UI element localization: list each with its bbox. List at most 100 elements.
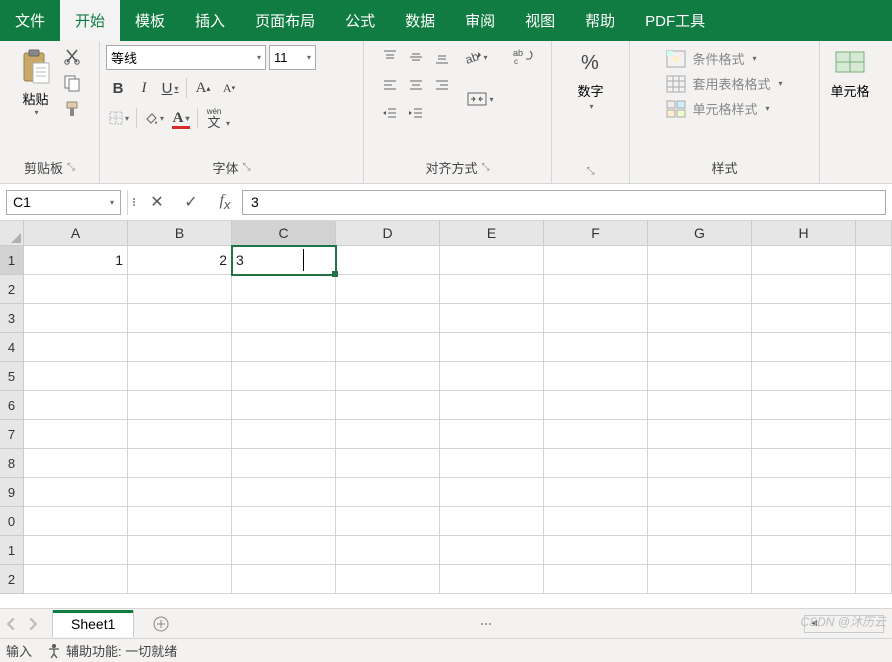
cell[interactable]	[752, 304, 856, 333]
row-header[interactable]: 2	[0, 565, 24, 594]
cell[interactable]	[128, 449, 232, 478]
cell[interactable]	[232, 275, 336, 304]
borders-button[interactable]: ▾	[106, 106, 132, 130]
cell[interactable]	[752, 565, 856, 594]
dialog-launcher-icon[interactable]: ⤡	[587, 166, 595, 177]
cut-icon[interactable]	[62, 47, 82, 67]
col-header[interactable]: D	[336, 221, 440, 246]
cell[interactable]	[648, 304, 752, 333]
cell[interactable]	[232, 536, 336, 565]
col-header[interactable]: F	[544, 221, 648, 246]
cell[interactable]	[128, 536, 232, 565]
cell[interactable]	[856, 391, 892, 420]
cell[interactable]	[856, 536, 892, 565]
cell[interactable]	[336, 536, 440, 565]
cell[interactable]	[232, 362, 336, 391]
col-header[interactable]	[856, 221, 892, 246]
cell[interactable]	[544, 449, 648, 478]
cell[interactable]: 2	[128, 246, 232, 275]
cell[interactable]	[648, 275, 752, 304]
cell[interactable]	[648, 565, 752, 594]
fill-handle[interactable]	[332, 271, 338, 277]
cell[interactable]	[440, 391, 544, 420]
cell[interactable]	[232, 333, 336, 362]
cells-button[interactable]: 单元格	[830, 45, 870, 100]
confirm-button[interactable]: ✓	[174, 190, 208, 215]
cell[interactable]	[128, 304, 232, 333]
cell[interactable]	[544, 565, 648, 594]
cell[interactable]	[752, 449, 856, 478]
add-sheet-button[interactable]	[148, 611, 174, 637]
cell[interactable]	[232, 507, 336, 536]
tab-template[interactable]: 模板	[120, 0, 180, 41]
col-header[interactable]: E	[440, 221, 544, 246]
paste-button[interactable]: 粘贴 ▾	[18, 45, 54, 117]
copy-icon[interactable]	[62, 73, 82, 93]
cell[interactable]	[440, 246, 544, 275]
row-header[interactable]: 9	[0, 478, 24, 507]
align-left-button[interactable]	[378, 73, 402, 97]
cell[interactable]	[24, 275, 128, 304]
cell[interactable]	[24, 362, 128, 391]
cell[interactable]	[336, 565, 440, 594]
cell[interactable]	[856, 333, 892, 362]
cell[interactable]	[232, 420, 336, 449]
dialog-launcher-icon[interactable]: ⤡	[482, 162, 490, 173]
cell[interactable]	[336, 362, 440, 391]
align-right-button[interactable]	[430, 73, 454, 97]
cell[interactable]	[440, 304, 544, 333]
number-format-button[interactable]: % 数字 ▾	[574, 45, 608, 111]
indent-decrease-button[interactable]	[378, 101, 402, 125]
cell[interactable]	[752, 246, 856, 275]
formula-input[interactable]: 3	[242, 190, 886, 215]
cell[interactable]	[752, 362, 856, 391]
cell[interactable]	[648, 507, 752, 536]
cell[interactable]	[440, 275, 544, 304]
indent-increase-button[interactable]	[404, 101, 428, 125]
cancel-button[interactable]: ✕	[140, 190, 174, 215]
cell[interactable]	[440, 362, 544, 391]
accessibility-icon[interactable]	[46, 643, 62, 659]
cell[interactable]	[856, 449, 892, 478]
cell[interactable]	[544, 536, 648, 565]
tab-formula[interactable]: 公式	[330, 0, 390, 41]
row-header[interactable]: 2	[0, 275, 24, 304]
align-top-button[interactable]	[378, 45, 402, 69]
orientation-button[interactable]: ab▾	[464, 45, 488, 69]
cell[interactable]	[752, 536, 856, 565]
tab-pagelayout[interactable]: 页面布局	[240, 0, 330, 41]
cell[interactable]	[648, 449, 752, 478]
cell[interactable]	[336, 333, 440, 362]
cell[interactable]	[544, 275, 648, 304]
cell[interactable]	[856, 304, 892, 333]
cell[interactable]	[752, 420, 856, 449]
cell[interactable]	[752, 391, 856, 420]
grow-font-button[interactable]: A▴	[191, 76, 215, 100]
drag-handle-icon[interactable]	[481, 623, 491, 625]
conditional-format-button[interactable]: 条件格式▾	[666, 49, 782, 68]
cell[interactable]	[24, 565, 128, 594]
dialog-launcher-icon[interactable]: ⤡	[243, 162, 251, 173]
cell[interactable]	[752, 333, 856, 362]
cell[interactable]	[544, 246, 648, 275]
cell[interactable]	[336, 420, 440, 449]
col-header[interactable]: A	[24, 221, 128, 246]
tab-view[interactable]: 视图	[510, 0, 570, 41]
cell[interactable]	[440, 333, 544, 362]
cell-styles-button[interactable]: 单元格样式▾	[666, 99, 782, 118]
cell[interactable]	[232, 449, 336, 478]
cell[interactable]	[440, 536, 544, 565]
row-header[interactable]: 6	[0, 391, 24, 420]
cell[interactable]	[128, 420, 232, 449]
sheet-nav-next-icon[interactable]	[26, 617, 40, 631]
insert-function-button[interactable]: fx	[208, 190, 242, 215]
cell[interactable]	[544, 362, 648, 391]
cell[interactable]	[648, 391, 752, 420]
drag-handle-icon[interactable]	[128, 198, 140, 206]
cell[interactable]	[544, 420, 648, 449]
cell[interactable]	[24, 420, 128, 449]
cell-active[interactable]: 3	[232, 246, 336, 275]
cells-area[interactable]: 1 2 3 /*rows rendered below via JS loop …	[24, 246, 892, 594]
cell[interactable]	[24, 507, 128, 536]
tab-file[interactable]: 文件	[0, 0, 60, 41]
